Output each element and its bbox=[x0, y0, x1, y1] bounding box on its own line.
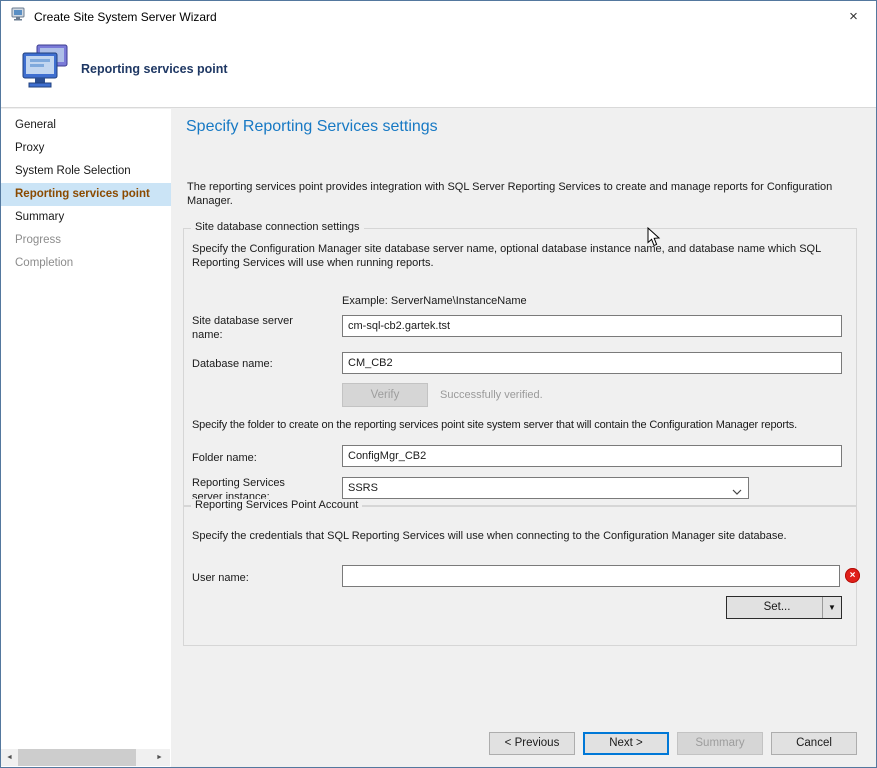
server-name-label: Site database server name: bbox=[192, 314, 317, 342]
intro-text: The reporting services point provides in… bbox=[187, 180, 847, 208]
wizard-step-title: Reporting services point bbox=[81, 62, 228, 76]
chevron-down-icon bbox=[732, 486, 742, 498]
folder-name-label: Folder name: bbox=[192, 451, 317, 465]
user-name-input[interactable] bbox=[342, 565, 840, 587]
wizard-steps-sidebar: General Proxy System Role Selection Repo… bbox=[1, 109, 171, 767]
database-name-input[interactable] bbox=[342, 352, 842, 374]
sidebar-item-reporting-services-point[interactable]: Reporting services point bbox=[1, 183, 171, 206]
sidebar-item-completion: Completion bbox=[1, 252, 171, 275]
page-title: Specify Reporting Services settings bbox=[186, 118, 438, 136]
sidebar-item-summary[interactable]: Summary bbox=[1, 206, 171, 229]
sidebar-item-system-role-selection[interactable]: System Role Selection bbox=[1, 160, 171, 183]
account-description: Specify the credentials that SQL Reporti… bbox=[192, 529, 842, 543]
reporting-services-point-icon bbox=[21, 43, 73, 100]
sidebar-item-general[interactable]: General bbox=[1, 114, 171, 137]
title-bar: Create Site System Server Wizard × bbox=[1, 1, 876, 32]
next-button[interactable]: Next > bbox=[583, 732, 669, 755]
sidebar-item-progress: Progress bbox=[1, 229, 171, 252]
previous-button[interactable]: < Previous bbox=[489, 732, 575, 755]
error-icon: × bbox=[845, 568, 860, 583]
scroll-left-icon[interactable]: ◄ bbox=[1, 749, 18, 766]
verify-status-text: Successfully verified. bbox=[440, 389, 543, 401]
database-name-label: Database name: bbox=[192, 357, 317, 371]
main-content: Specify Reporting Services settings The … bbox=[171, 109, 876, 767]
folder-name-input[interactable] bbox=[342, 445, 842, 467]
account-groupbox: Reporting Services Point Account Specify… bbox=[183, 506, 857, 646]
account-group-title: Reporting Services Point Account bbox=[191, 499, 362, 511]
scroll-right-icon[interactable]: ► bbox=[151, 749, 168, 766]
cancel-button[interactable]: Cancel bbox=[771, 732, 857, 755]
close-button[interactable]: × bbox=[831, 1, 876, 32]
user-name-label: User name: bbox=[192, 571, 317, 585]
site-database-description: Specify the Configuration Manager site d… bbox=[192, 242, 824, 270]
wizard-window: Create Site System Server Wizard × Repor… bbox=[0, 0, 877, 768]
window-title: Create Site System Server Wizard bbox=[34, 10, 217, 24]
sidebar-item-proxy[interactable]: Proxy bbox=[1, 137, 171, 160]
site-database-server-input[interactable] bbox=[342, 315, 842, 337]
example-text: Example: ServerName\InstanceName bbox=[342, 295, 527, 307]
folder-note: Specify the folder to create on the repo… bbox=[192, 419, 797, 431]
site-database-group-title: Site database connection settings bbox=[191, 221, 364, 233]
summary-button[interactable]: Summary bbox=[677, 732, 763, 755]
set-button-label: Set... bbox=[764, 597, 791, 618]
reporting-instance-value: SSRS bbox=[348, 482, 378, 494]
verify-button[interactable]: Verify bbox=[342, 383, 428, 407]
site-database-groupbox: Site database connection settings Specif… bbox=[183, 228, 857, 506]
scrollbar-thumb[interactable] bbox=[18, 749, 136, 766]
set-account-button[interactable]: Set... ▼ bbox=[726, 596, 842, 619]
reporting-instance-dropdown[interactable]: SSRS bbox=[342, 477, 749, 499]
wizard-header: Reporting services point bbox=[1, 32, 876, 108]
dropdown-arrow-icon[interactable]: ▼ bbox=[822, 597, 841, 618]
window-icon bbox=[10, 6, 26, 27]
sidebar-horizontal-scrollbar[interactable]: ◄ ► bbox=[1, 749, 170, 766]
